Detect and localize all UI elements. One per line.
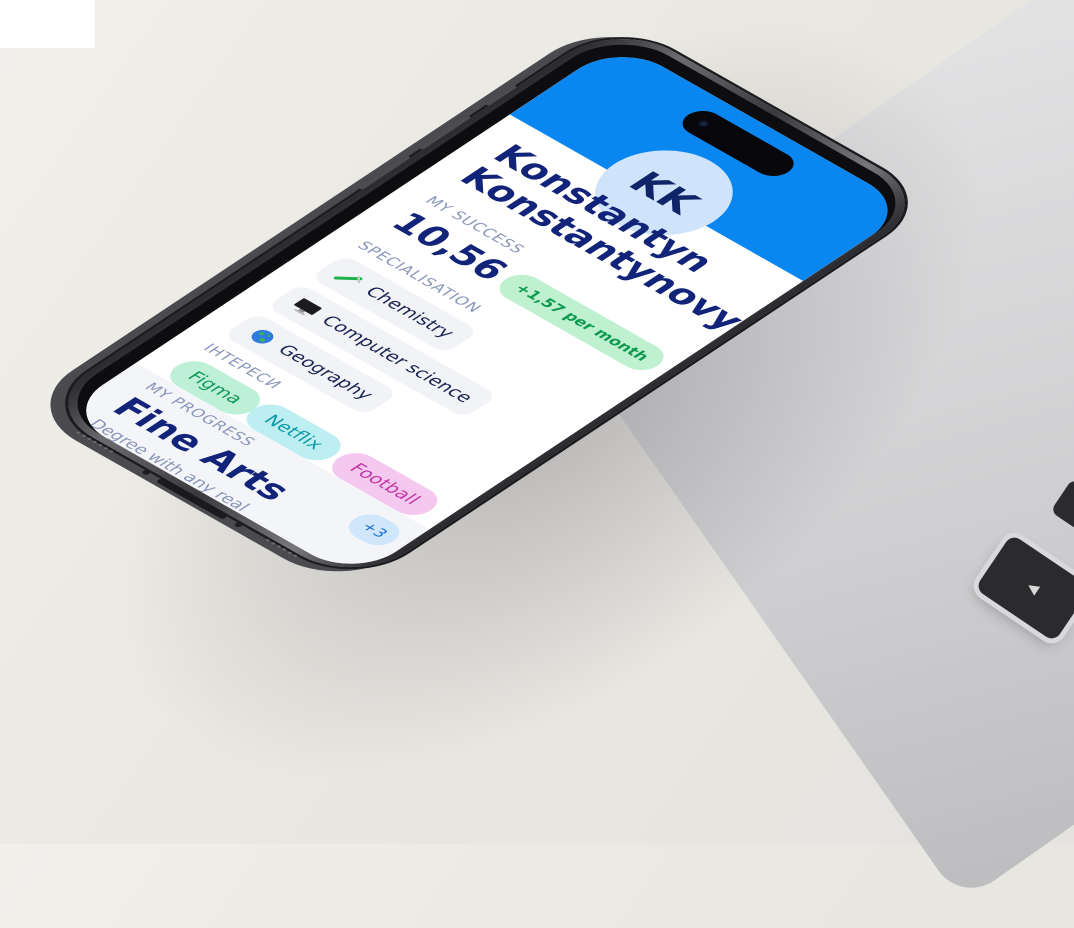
computer-monitor-icon (288, 296, 325, 318)
paper-card (0, 0, 95, 48)
test-tube-icon (331, 267, 368, 289)
globe-icon (244, 326, 281, 348)
